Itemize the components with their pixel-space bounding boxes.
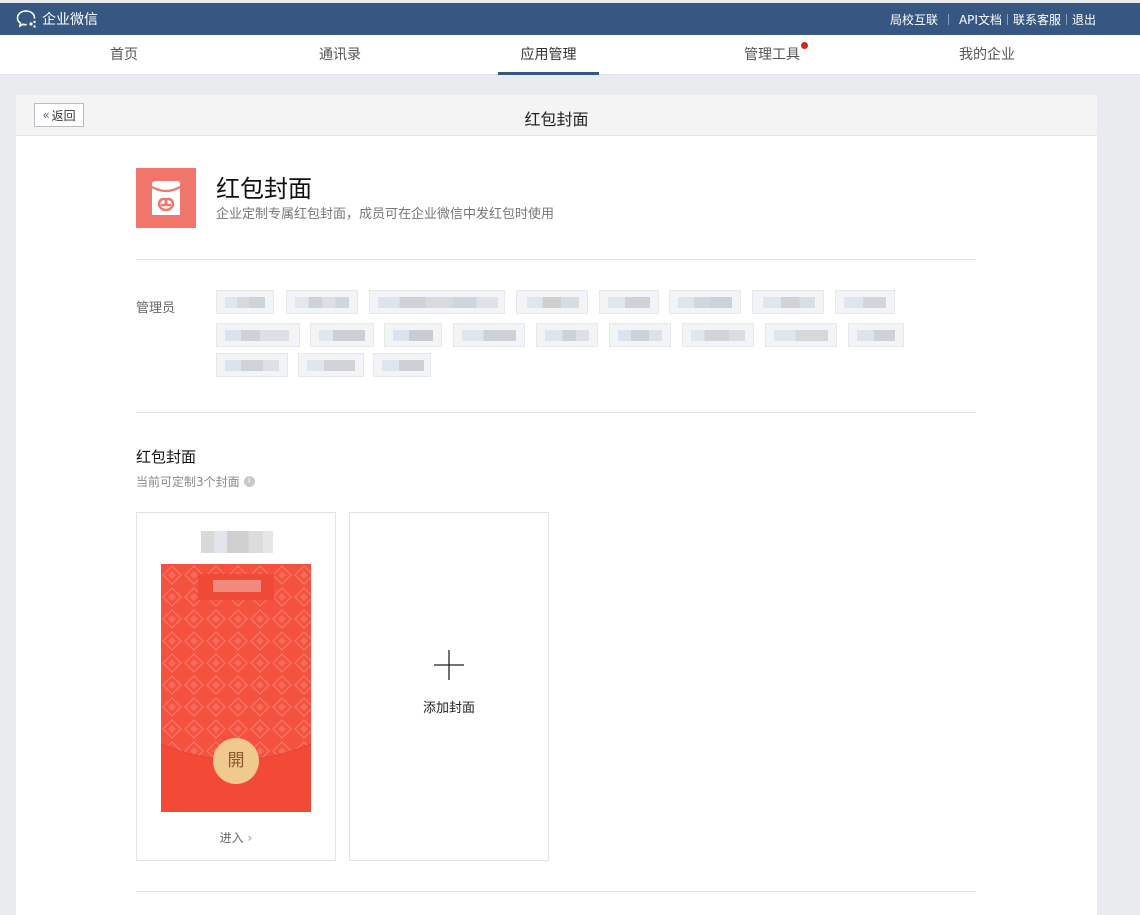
top-links: 局校互联 API文档 联系客服 退出 [890,11,1096,28]
wecom-logo-icon [16,10,36,28]
red-packet-icon [136,168,196,228]
notification-badge [801,42,808,49]
divider [136,259,976,260]
divider [1006,14,1008,25]
open-button: 開 [213,738,259,784]
info-icon[interactable]: i [243,476,255,487]
admin-label: 管理员 [136,301,176,316]
tab-app-management[interactable]: 应用管理 [498,35,599,75]
brand-name: 企业微信 [42,12,98,28]
admin-chip[interactable] [216,323,300,347]
panel-header: « 返回 红包封面 [16,95,1097,136]
add-cover-card[interactable]: 添加封面 [349,512,549,861]
admin-chip[interactable] [310,323,374,347]
section-title: 红包封面 [136,448,197,466]
tab-contacts[interactable]: 通讯录 [315,35,365,75]
tab-home[interactable]: 首页 [103,35,145,75]
admin-chip[interactable] [752,290,824,314]
app-description: 企业定制专属红包封面，成员可在企业微信中发红包时使用 [216,207,555,222]
link-school-interconnect[interactable]: 局校互联 [890,11,938,28]
cover-card[interactable]: 開 进入 › [136,512,336,861]
brand-logo[interactable]: 企业微信 [16,9,98,29]
admin-chip[interactable] [216,290,274,314]
enter-label: 进入 [219,831,244,845]
admin-chip[interactable] [453,323,525,347]
link-contact-support[interactable]: 联系客服 [1013,11,1061,28]
admin-chip[interactable] [835,290,895,314]
admin-chip[interactable] [765,323,837,347]
admin-chip[interactable] [373,353,431,377]
enter-link[interactable]: 进入 › [137,829,335,846]
link-api-docs[interactable]: API文档 [959,11,1002,28]
admin-chip[interactable] [536,323,598,347]
cover-name [201,531,273,553]
add-cover-label: 添加封面 [422,701,475,716]
main-nav: 首页 通讯录 应用管理 管理工具 我的企业 [0,35,1140,75]
tab-my-enterprise[interactable]: 我的企业 [955,35,1019,75]
admin-chip[interactable] [516,290,588,314]
admin-chip[interactable] [216,353,288,377]
content-panel: « 返回 红包封面 红包封面 企业定制专属红包封面，成员可在企业微信中发红包时使… [16,95,1097,915]
admin-chip[interactable] [848,323,904,347]
divider [136,891,976,892]
admin-chip[interactable] [669,290,741,314]
admin-chip[interactable] [682,323,754,347]
admin-chip[interactable] [369,290,505,314]
admin-chip[interactable] [609,323,671,347]
top-bar: 企业微信 局校互联 API文档 联系客服 退出 [0,3,1140,35]
admin-list [216,290,906,385]
tab-management-tools[interactable]: 管理工具 [740,35,804,75]
chevron-right-icon: › [247,831,253,845]
red-packet-preview: 開 [161,564,311,812]
divider [947,14,949,25]
section-subtitle: 当前可定制3个封面 i [136,473,255,490]
app-name: 红包封面 [216,175,312,203]
divider [1065,14,1067,25]
admin-chip[interactable] [384,323,442,347]
link-logout[interactable]: 退出 [1072,11,1096,28]
admin-chip[interactable] [599,290,659,314]
divider [136,412,976,413]
cover-quota-text: 当前可定制3个封面 [136,475,240,489]
admin-chip[interactable] [298,353,364,377]
admin-chip[interactable] [286,290,358,314]
plus-icon [434,650,464,680]
panel-title: 红包封面 [524,110,589,129]
